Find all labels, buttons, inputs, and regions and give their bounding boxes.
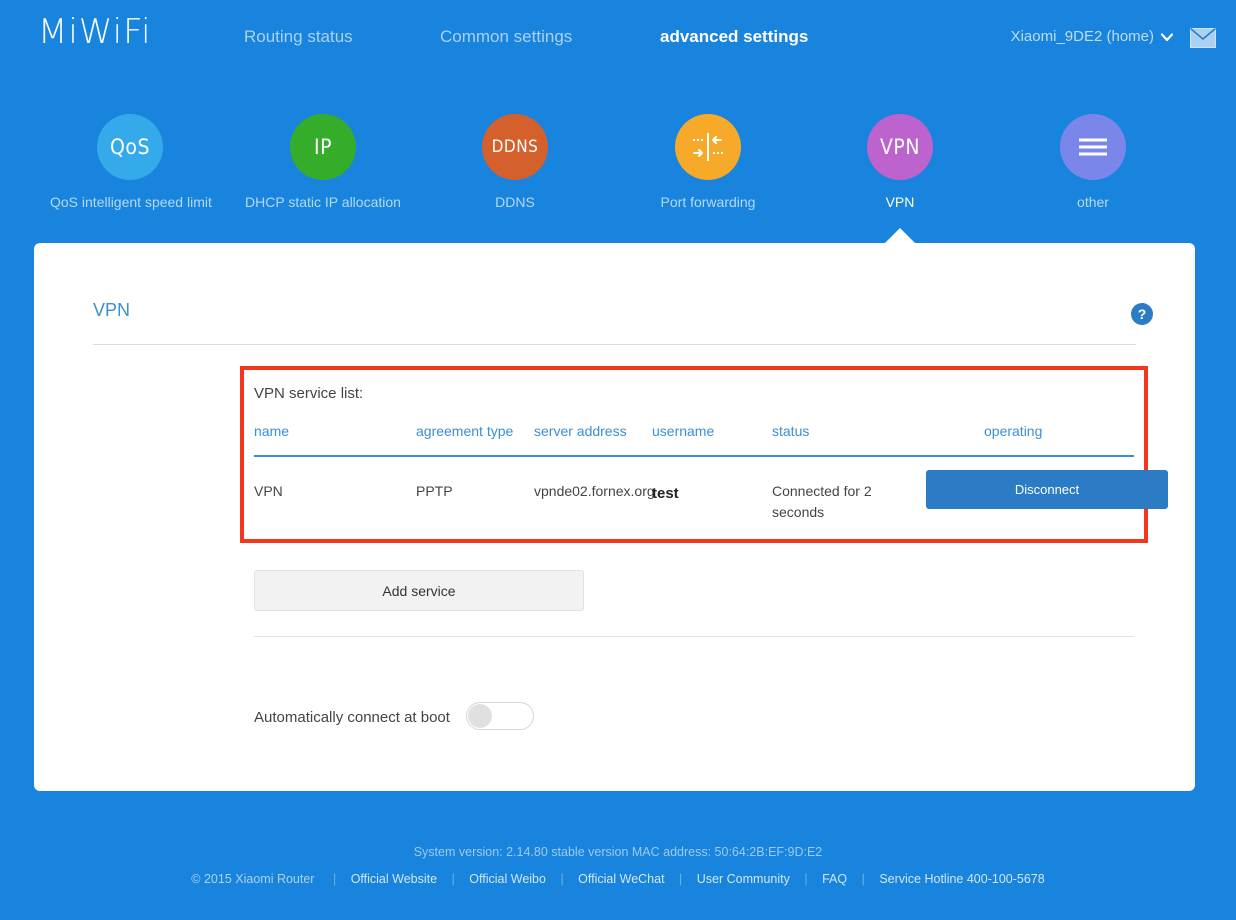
top-navigation-bar: MiWiFi Routing status Common settings ad…: [0, 0, 1236, 78]
copyright-text: © 2015 Xiaomi Router: [191, 872, 315, 886]
column-header-agreement-type: agreement type: [416, 423, 514, 439]
chevron-down-icon[interactable]: [1160, 30, 1174, 44]
active-tab-pointer: [885, 228, 915, 243]
hamburger-icon: [1060, 114, 1126, 180]
column-header-server-address: server address: [534, 423, 627, 439]
cell-username: test: [652, 485, 679, 502]
icon-item-other[interactable]: other: [1013, 108, 1173, 210]
port-forwarding-icon: [675, 114, 741, 180]
qos-icon: QoS: [97, 114, 163, 180]
icon-label-vpn: VPN: [885, 194, 915, 210]
advanced-settings-icon-row: QoS QoS intelligent speed limit IP DHCP …: [0, 108, 1236, 238]
footer-separator: |: [560, 872, 564, 886]
icon-item-dhcp[interactable]: IP DHCP static IP allocation: [243, 108, 403, 210]
icon-label-other: other: [1077, 194, 1109, 210]
vpn-settings-card: VPN ? VPN service list: name agreement t…: [34, 243, 1195, 791]
icon-item-qos[interactable]: QoS QoS intelligent speed limit: [50, 108, 212, 210]
column-header-name: name: [254, 423, 290, 439]
icon-item-port-forwarding[interactable]: Port forwarding: [628, 108, 788, 210]
auto-connect-toggle[interactable]: [466, 702, 534, 730]
footer-link-user-community[interactable]: User Community: [697, 872, 790, 886]
icon-label-qos: QoS intelligent speed limit: [50, 194, 212, 210]
table-row: VPN PPTP vpnde02.fornex.org test Connect…: [254, 457, 1168, 533]
footer-link-official-website[interactable]: Official Website: [351, 872, 437, 886]
mail-icon[interactable]: [1189, 27, 1217, 48]
footer-link-official-weibo[interactable]: Official Weibo: [469, 872, 546, 886]
footer-separator: |: [804, 872, 808, 886]
auto-connect-label: Automatically connect at boot: [254, 709, 450, 726]
nav-tab-advanced-settings[interactable]: advanced settings: [660, 27, 808, 47]
column-header-operating: operating: [984, 423, 1043, 439]
footer-link-service-hotline[interactable]: Service Hotline 400-100-5678: [879, 872, 1044, 886]
toggle-knob: [468, 704, 492, 728]
table-header-row: name agreement type server address usern…: [254, 423, 1134, 457]
footer-separator: |: [451, 872, 455, 886]
nav-tab-common-settings[interactable]: Common settings: [440, 27, 572, 47]
miwifi-logo: MiWiFi: [38, 12, 152, 52]
column-header-status: status: [772, 423, 810, 439]
footer-separator: |: [332, 872, 337, 886]
icon-label-port-forwarding: Port forwarding: [660, 194, 756, 210]
add-service-button[interactable]: Add service: [254, 570, 584, 611]
column-header-username: username: [652, 423, 715, 439]
cell-status: Connected for 2 seconds: [772, 483, 872, 520]
system-version-text: System version: 2.14.80 stable version M…: [413, 845, 823, 859]
footer-link-official-wechat[interactable]: Official WeChat: [578, 872, 664, 886]
cell-name: VPN: [254, 483, 283, 499]
footer-links: © 2015 Xiaomi Router | Official Website …: [0, 872, 1236, 886]
cell-server-address: vpnde02.fornex.org: [534, 483, 655, 499]
vpn-service-table: name agreement type server address usern…: [254, 423, 1168, 533]
vpn-service-list-label: VPN service list:: [254, 385, 364, 402]
icon-item-vpn[interactable]: VPN VPN: [820, 108, 980, 210]
footer-link-faq[interactable]: FAQ: [822, 872, 847, 886]
footer-separator: |: [679, 872, 683, 886]
section-divider: [254, 636, 1134, 637]
cell-agreement-type: PPTP: [416, 483, 453, 499]
icon-label-ddns: DDNS: [495, 194, 535, 210]
icon-label-dhcp: DHCP static IP allocation: [245, 194, 401, 210]
nav-tab-routing-status[interactable]: Routing status: [244, 27, 353, 47]
page-footer: System version: 2.14.80 stable version M…: [0, 845, 1236, 886]
help-icon[interactable]: ?: [1131, 303, 1153, 325]
page-title: VPN: [93, 300, 131, 320]
ddns-icon: DDNS: [482, 114, 548, 180]
title-divider: [93, 344, 1136, 345]
vpn-icon: VPN: [867, 114, 933, 180]
footer-separator: |: [861, 872, 865, 886]
icon-item-ddns[interactable]: DDNS DDNS: [435, 108, 595, 210]
disconnect-button[interactable]: Disconnect: [926, 470, 1168, 509]
account-name-label[interactable]: Xiaomi_9DE2 (home): [1011, 28, 1154, 45]
ip-icon: IP: [290, 114, 356, 180]
